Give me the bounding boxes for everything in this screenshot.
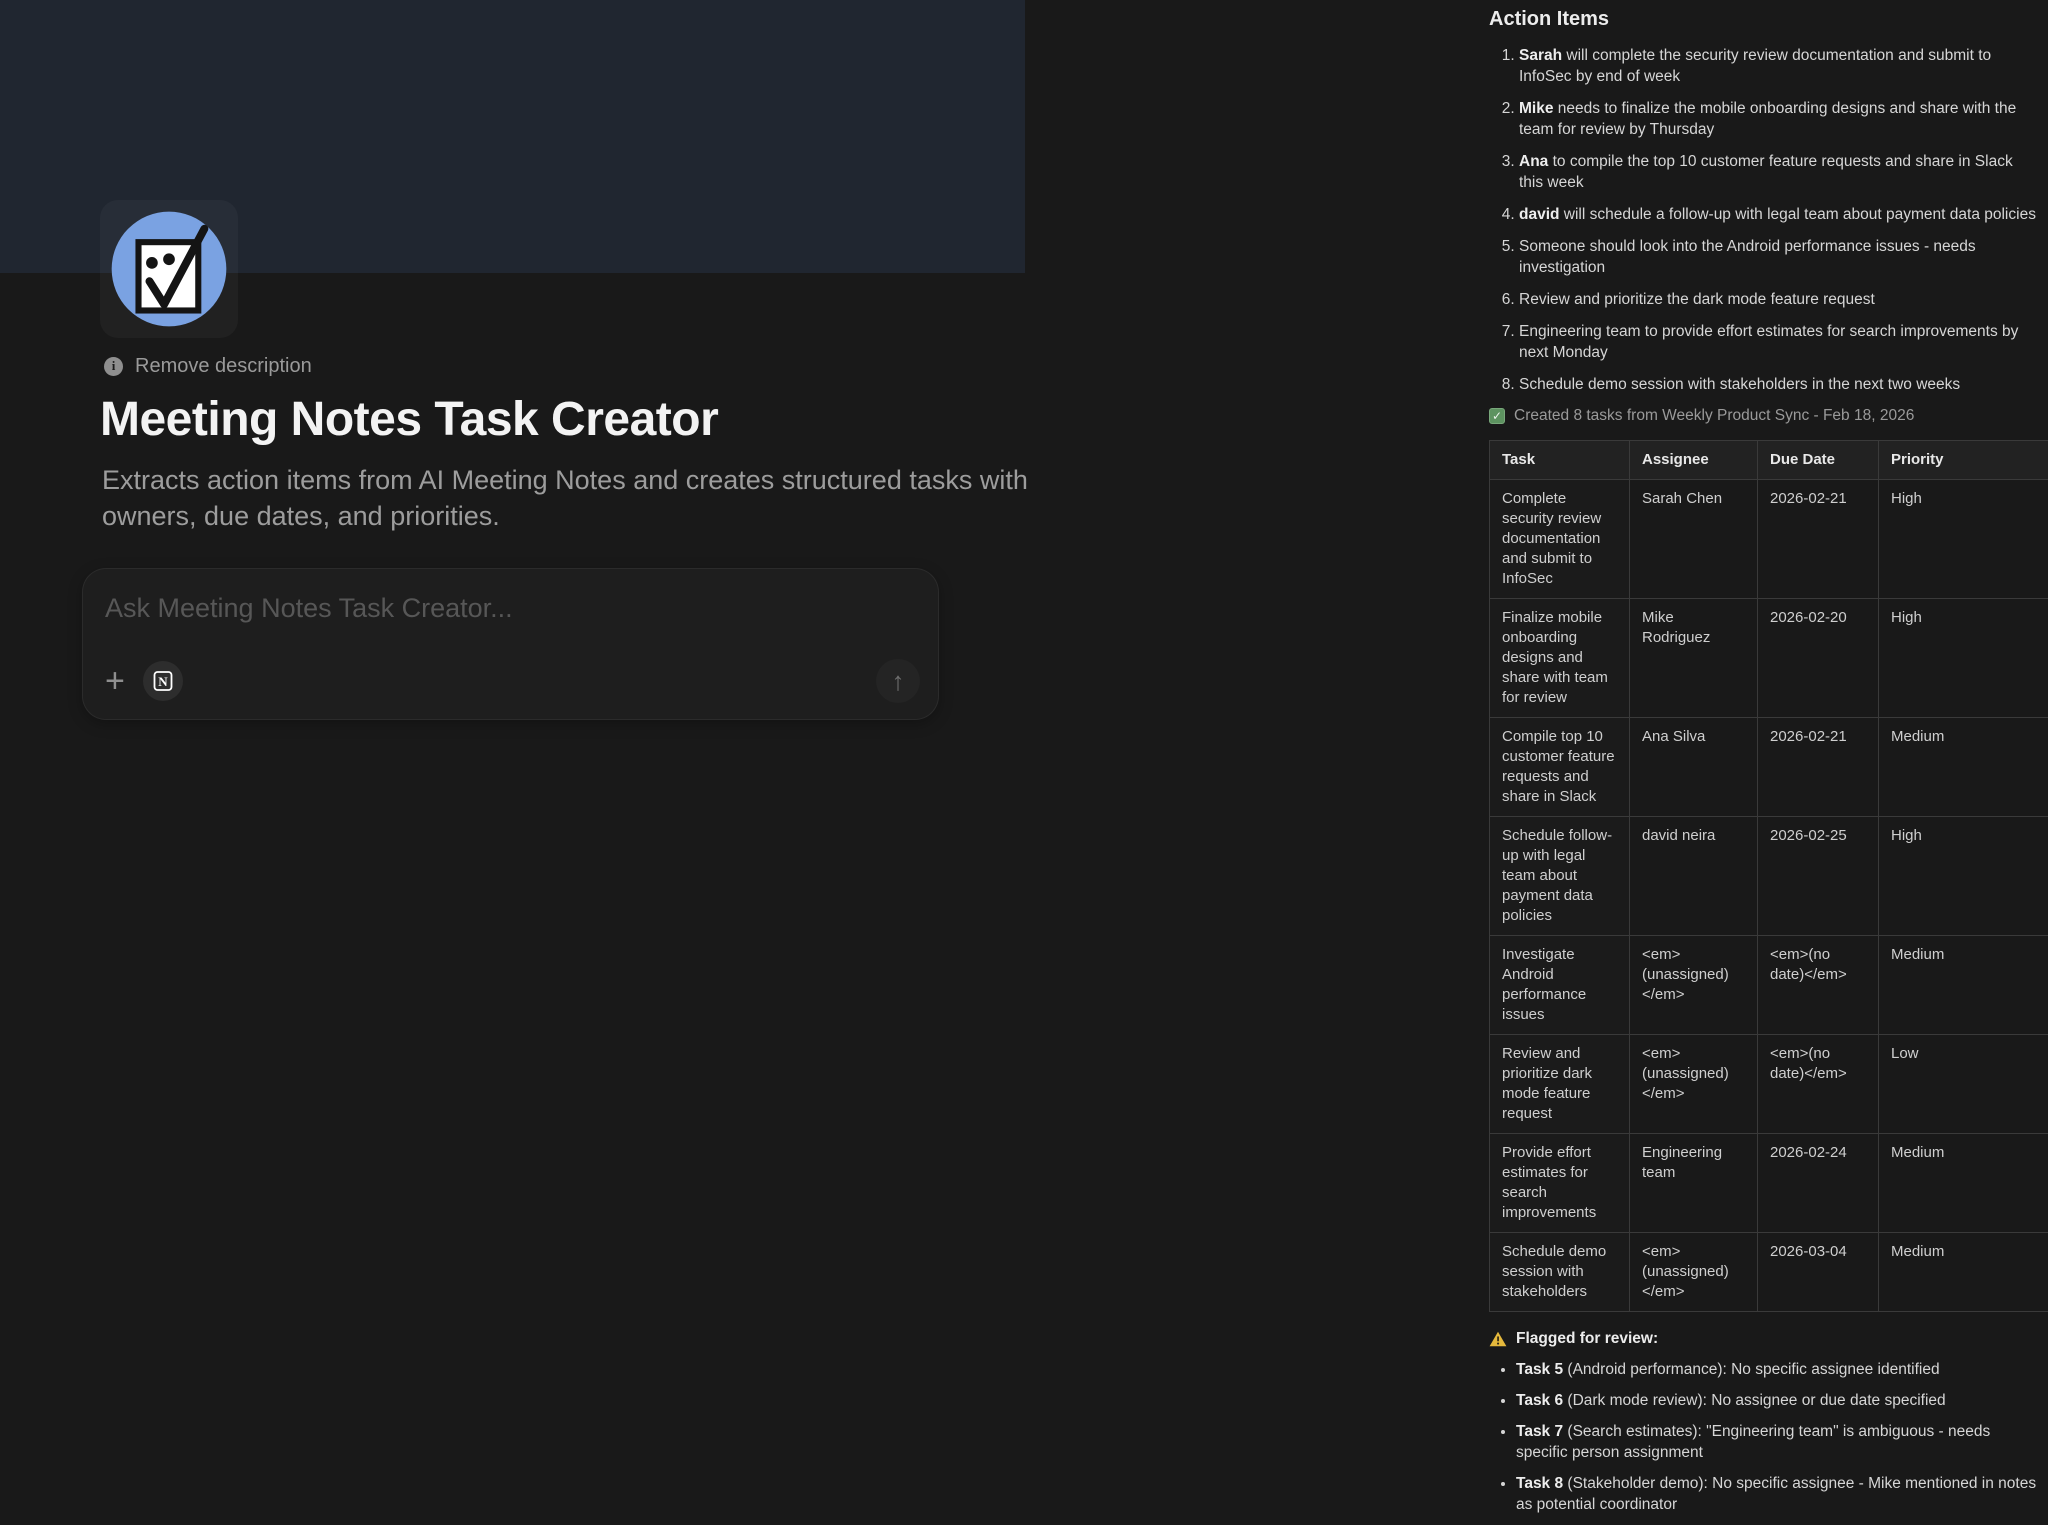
table-cell: <em>(unassigned)​</em>	[1630, 1233, 1758, 1312]
flagged-item: Task 7 (Search estimates): "Engineering …	[1516, 1421, 2040, 1463]
arrow-up-icon: ↑	[892, 666, 905, 697]
table-cell: Schedule follow-up with legal team about…	[1490, 817, 1630, 936]
notion-logo-icon: N	[151, 669, 175, 693]
table-row: Finalize mobile onboarding designs and s…	[1490, 599, 2048, 718]
tasks-table-header-row: TaskAssigneeDue DatePriority	[1490, 441, 2048, 480]
prompt-input[interactable]: Ask Meeting Notes Task Creator...	[105, 593, 916, 624]
svg-text:N: N	[158, 674, 168, 689]
table-cell: Schedule demo session with stakeholders	[1490, 1233, 1630, 1312]
table-cell: Provide effort estimates for search impr…	[1490, 1134, 1630, 1233]
table-cell: 2026-02-25	[1758, 817, 1879, 936]
table-cell: Medium	[1879, 718, 2048, 817]
info-icon: i	[104, 357, 123, 376]
action-item: david will schedule a follow-up with leg…	[1519, 204, 2040, 225]
table-row: Schedule demo session with stakeholders<…	[1490, 1233, 2048, 1312]
flagged-item: Task 8 (Stakeholder demo): No specific a…	[1516, 1473, 2040, 1515]
action-item: Engineering team to provide effort estim…	[1519, 321, 2040, 363]
page-description[interactable]: Extracts action items from AI Meeting No…	[102, 462, 1102, 534]
tasks-table-body: Complete security review documentation a…	[1490, 480, 2048, 1312]
agent-response-panel: Action Items Sarah will complete the sec…	[1489, 8, 2040, 1525]
warning-icon	[1489, 1331, 1507, 1347]
table-header-cell: Assignee	[1630, 441, 1758, 480]
table-cell: Finalize mobile onboarding designs and s…	[1490, 599, 1630, 718]
send-button[interactable]: ↑	[876, 659, 920, 703]
status-text: Created 8 tasks from Weekly Product Sync…	[1514, 406, 1914, 426]
table-cell: Compile top 10 customer feature requests…	[1490, 718, 1630, 817]
table-cell: 2026-03-04	[1758, 1233, 1879, 1312]
flagged-list: Task 5 (Android performance): No specifi…	[1489, 1359, 2040, 1515]
action-item: Review and prioritize the dark mode feat…	[1519, 289, 2040, 310]
table-cell: 2026-02-21	[1758, 480, 1879, 599]
prompt-box: Ask Meeting Notes Task Creator... + N ↑	[82, 568, 939, 720]
checklist-note-icon	[108, 208, 230, 330]
flagged-section: Flagged for review: Task 5 (Android perf…	[1489, 1330, 2040, 1515]
table-row: Complete security review documentation a…	[1490, 480, 2048, 599]
table-cell: High	[1879, 599, 2048, 718]
table-cell: 2026-02-24	[1758, 1134, 1879, 1233]
flagged-heading-row: Flagged for review:	[1489, 1330, 2040, 1348]
action-item: Mike needs to finalize the mobile onboar…	[1519, 98, 2040, 140]
table-cell: Mike Rodriguez	[1630, 599, 1758, 718]
table-cell: Investigate Android performance issues	[1490, 936, 1630, 1035]
table-cell: Complete security review documentation a…	[1490, 480, 1630, 599]
table-cell: Medium	[1879, 1233, 2048, 1312]
table-cell: 2026-02-20	[1758, 599, 1879, 718]
table-row: Provide effort estimates for search impr…	[1490, 1134, 2048, 1233]
table-cell: <em>(unassigned)​</em>	[1630, 936, 1758, 1035]
table-cell: Medium	[1879, 936, 2048, 1035]
action-item: Ana to compile the top 10 customer featu…	[1519, 151, 2040, 193]
table-header-cell: Task	[1490, 441, 1630, 480]
table-row: Investigate Android performance issues<e…	[1490, 936, 2048, 1035]
plus-icon[interactable]: +	[105, 664, 125, 698]
table-cell: 2026-02-21	[1758, 718, 1879, 817]
table-cell: Engineering team	[1630, 1134, 1758, 1233]
table-row: Compile top 10 customer feature requests…	[1490, 718, 2048, 817]
table-cell: Review and prioritize dark mode feature …	[1490, 1035, 1630, 1134]
table-cell: <em>(no date)​</em>	[1758, 1035, 1879, 1134]
table-cell: Ana Silva	[1630, 718, 1758, 817]
green-check-icon: ✓	[1489, 408, 1505, 424]
table-header-cell: Due Date	[1758, 441, 1879, 480]
flagged-item: Task 5 (Android performance): No specifi…	[1516, 1359, 2040, 1380]
results-heading: Action Items	[1489, 8, 2040, 31]
action-item: Sarah will complete the security review …	[1519, 45, 2040, 87]
table-row: Review and prioritize dark mode feature …	[1490, 1035, 2048, 1134]
table-header-cell: Priority	[1879, 441, 2048, 480]
page-title[interactable]: Meeting Notes Task Creator	[100, 392, 1100, 447]
tasks-table: TaskAssigneeDue DatePriority Complete se…	[1489, 440, 2048, 1312]
prompt-actions: + N ↑	[105, 659, 920, 703]
table-cell: High	[1879, 480, 2048, 599]
status-line: ✓ Created 8 tasks from Weekly Product Sy…	[1489, 406, 2040, 426]
table-cell: david neira	[1630, 817, 1758, 936]
remove-description-button[interactable]: i Remove description	[104, 352, 312, 380]
table-cell: Medium	[1879, 1134, 2048, 1233]
table-row: Schedule follow-up with legal team about…	[1490, 817, 2048, 936]
table-cell: <em>(unassigned)​</em>	[1630, 1035, 1758, 1134]
table-cell: High	[1879, 817, 2048, 936]
page-icon[interactable]	[100, 200, 238, 338]
remove-description-label: Remove description	[135, 355, 312, 378]
table-cell: <em>(no date)​</em>	[1758, 936, 1879, 1035]
flagged-item: Task 6 (Dark mode review): No assignee o…	[1516, 1390, 2040, 1411]
flagged-heading: Flagged for review:	[1516, 1330, 1658, 1348]
table-cell: Sarah Chen	[1630, 480, 1758, 599]
table-cell: Low	[1879, 1035, 2048, 1134]
action-item: Schedule demo session with stakeholders …	[1519, 374, 2040, 395]
action-items-list: Sarah will complete the security review …	[1489, 45, 2040, 395]
agent-selector-button[interactable]: N	[143, 661, 183, 701]
action-item: Someone should look into the Android per…	[1519, 236, 2040, 278]
